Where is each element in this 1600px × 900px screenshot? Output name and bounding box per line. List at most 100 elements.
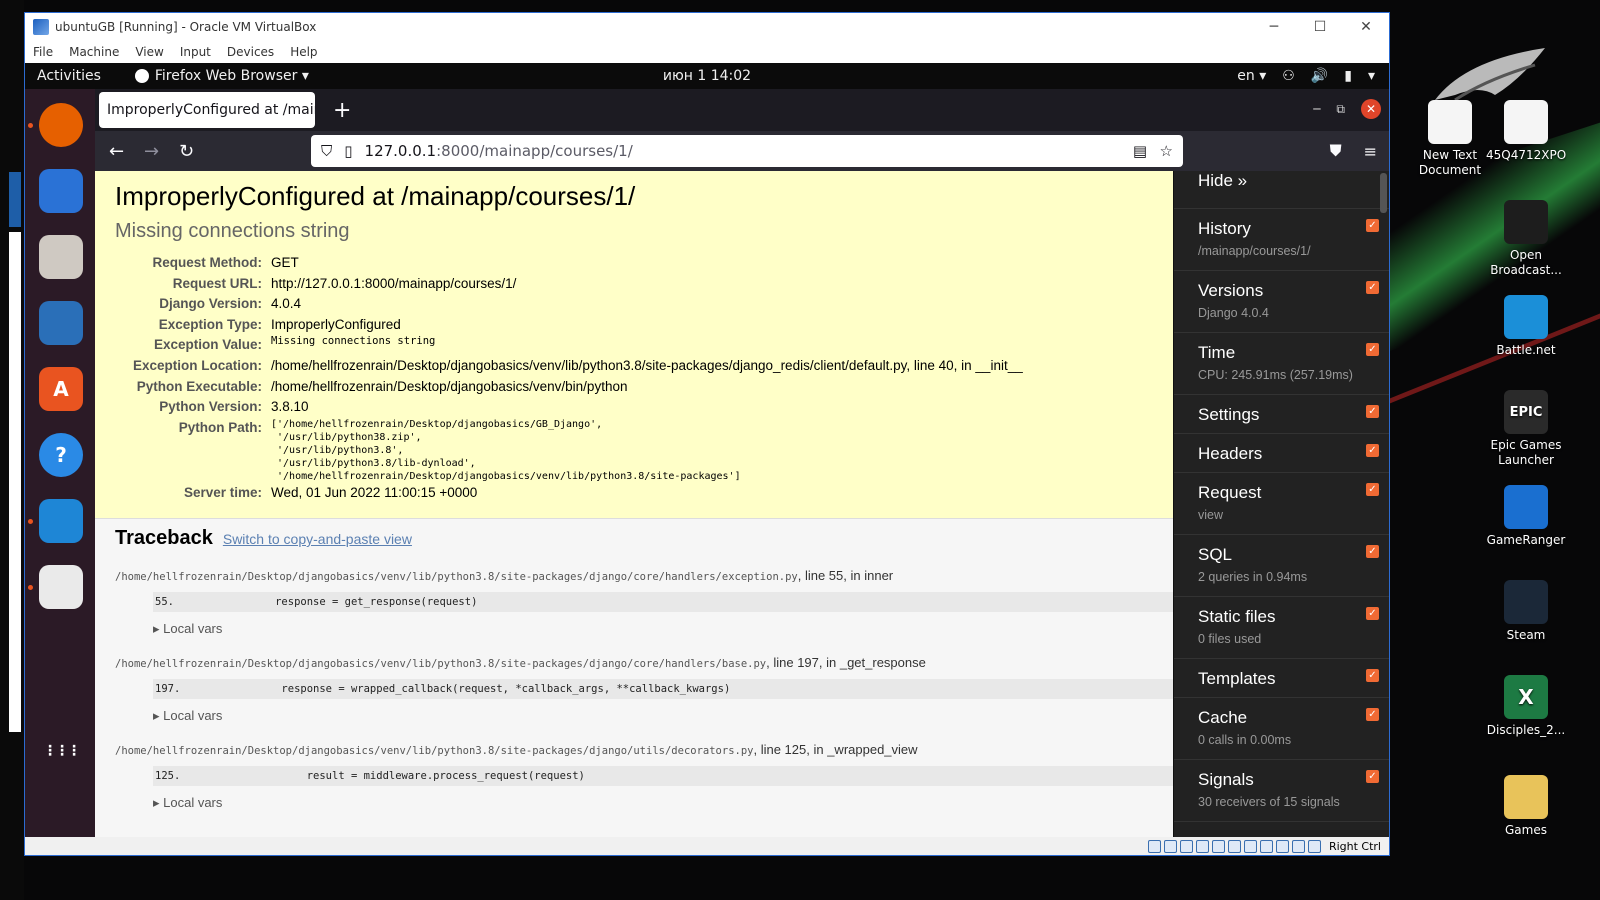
dock-vscode-icon[interactable] [39, 499, 83, 543]
desktop-icon-1[interactable]: 45Q4712XPO [1486, 100, 1566, 163]
firefox-window: ImproperlyConfigured at /mainapp/courses… [95, 89, 1389, 839]
desktop-icon-label: Disciples_2... [1486, 723, 1566, 737]
tab-active[interactable]: ImproperlyConfigured at /mainapp/courses… [99, 92, 315, 128]
desktop-icon-5[interactable]: GameRanger [1486, 485, 1566, 548]
language-indicator[interactable]: en ▾ [1237, 68, 1266, 84]
panel-toggle-checkbox[interactable]: ✓ [1366, 669, 1379, 682]
maximize-icon[interactable]: ☐ [1297, 19, 1343, 35]
panel-toggle-checkbox[interactable]: ✓ [1366, 770, 1379, 783]
menu-hamburger-icon[interactable]: ≡ [1364, 142, 1377, 161]
dock-libreoffice-writer-icon[interactable] [39, 301, 83, 345]
djdt-panel-signals[interactable]: Signals 30 receivers of 15 signals ✓ [1174, 760, 1389, 822]
reload-icon[interactable]: ↻ [169, 141, 204, 162]
djdt-panel-versions[interactable]: Versions Django 4.0.4 ✓ [1174, 271, 1389, 333]
restore-icon[interactable]: ⧉ [1336, 102, 1345, 117]
djdt-panel-title: Settings [1198, 405, 1260, 424]
panel-toggle-checkbox[interactable]: ✓ [1366, 444, 1379, 457]
meta-value: http://127.0.0.1:8000/mainapp/courses/1/ [271, 275, 517, 291]
panel-toggle-checkbox[interactable]: ✓ [1366, 708, 1379, 721]
reader-view-icon[interactable]: ▤ [1133, 142, 1147, 160]
battery-icon: ▮ [1344, 68, 1352, 84]
desktop-icon-8[interactable]: Games [1486, 775, 1566, 838]
menu-devices[interactable]: Devices [227, 45, 274, 59]
scrollbar[interactable] [1380, 173, 1387, 213]
desktop-icon-label: Epic Games Launcher [1490, 438, 1562, 467]
optical-drive-icon[interactable] [1163, 839, 1177, 853]
menu-help[interactable]: Help [290, 45, 317, 59]
desktop-icon-3[interactable]: Battle.net [1486, 295, 1566, 358]
menu-machine[interactable]: Machine [69, 45, 119, 59]
djdt-panel-subtitle: view [1198, 508, 1224, 522]
close-icon[interactable]: ✕ [1343, 19, 1389, 35]
dock-text-editor-icon[interactable] [39, 565, 83, 609]
hide-toolbar-button[interactable]: Hide » [1174, 171, 1389, 209]
pocket-icon[interactable]: ⛊ [1330, 141, 1342, 161]
text-document-icon [1504, 100, 1548, 144]
app-menu[interactable]: Firefox Web Browser ▾ [134, 68, 309, 84]
dock-ubuntu-software-icon[interactable]: A [39, 367, 83, 411]
display-icon[interactable] [1243, 839, 1257, 853]
minimize-icon[interactable]: ─ [1251, 19, 1297, 35]
meta-key: Request URL: [172, 275, 262, 291]
desktop-icon-6[interactable]: Steam [1486, 580, 1566, 643]
meta-key: Exception Type: [158, 316, 262, 332]
back-icon[interactable]: ← [99, 141, 134, 162]
desktop-icon-label: Steam [1506, 628, 1546, 642]
page-content[interactable]: ImproperlyConfigured at /mainapp/courses… [95, 171, 1389, 839]
djdt-panel-time[interactable]: Time CPU: 245.91ms (257.19ms) ✓ [1174, 333, 1389, 395]
desktop-icon-0[interactable]: New Text Document [1410, 100, 1490, 178]
desktop-icon-2[interactable]: Open Broadcast... [1486, 200, 1566, 278]
traceback-title: Traceback [115, 527, 213, 549]
audio-icon[interactable] [1179, 839, 1193, 853]
vbox-title: ubuntuGB [Running] - Oracle VM VirtualBo… [55, 20, 317, 34]
minimize-icon[interactable]: ─ [1313, 102, 1320, 116]
panel-toggle-checkbox[interactable]: ✓ [1366, 405, 1379, 418]
ubuntu-dock: A? ⋮⋮⋮ [25, 89, 95, 839]
hdd-icon[interactable] [1147, 839, 1161, 853]
cpu-icon[interactable] [1275, 839, 1289, 853]
gnome-top-bar: Activities Firefox Web Browser ▾ июн 1 1… [25, 63, 1389, 89]
panel-toggle-checkbox[interactable]: ✓ [1366, 483, 1379, 496]
desktop-icon-4[interactable]: EPIC Epic Games Launcher [1486, 390, 1566, 468]
dock-help-icon[interactable]: ? [39, 433, 83, 477]
panel-toggle-checkbox[interactable]: ✓ [1366, 343, 1379, 356]
switch-view-link[interactable]: Switch to copy-and-paste view [223, 531, 412, 547]
djdt-panel-sql[interactable]: SQL 2 queries in 0.94ms ✓ [1174, 535, 1389, 597]
running-indicator [28, 123, 33, 128]
djdt-panel-history[interactable]: History/mainapp/courses/1/ ✓ [1174, 209, 1389, 271]
recording-icon[interactable] [1259, 839, 1273, 853]
keyboard-capture-icon[interactable] [1307, 839, 1321, 853]
close-icon[interactable]: ✕ [1361, 99, 1381, 119]
panel-toggle-checkbox[interactable]: ✓ [1366, 545, 1379, 558]
djdt-panel-settings[interactable]: Settings ✓ [1174, 395, 1389, 434]
dock-firefox-icon[interactable] [39, 103, 83, 147]
panel-toggle-checkbox[interactable]: ✓ [1366, 607, 1379, 620]
dock-thunderbird-icon[interactable] [39, 169, 83, 213]
menu-file[interactable]: File [33, 45, 53, 59]
djdt-panel-templates[interactable]: Templates ✓ [1174, 659, 1389, 698]
url-bar[interactable]: ⛉ ▯ 127.0.0.1:8000/mainapp/courses/1/ ▤ … [311, 135, 1183, 167]
dock-files-icon[interactable] [39, 235, 83, 279]
menu-view[interactable]: View [135, 45, 163, 59]
djdt-panel-cache[interactable]: Cache 0 calls in 0.00ms ✓ [1174, 698, 1389, 760]
desktop-icon-7[interactable]: X Disciples_2... [1486, 675, 1566, 738]
usb-icon[interactable] [1211, 839, 1225, 853]
new-tab-icon[interactable]: + [333, 98, 351, 123]
mouse-integration-icon[interactable] [1291, 839, 1305, 853]
panel-toggle-checkbox[interactable]: ✓ [1366, 281, 1379, 294]
guest-screen[interactable]: Activities Firefox Web Browser ▾ июн 1 1… [25, 63, 1389, 839]
djdt-panel-headers[interactable]: Headers ✓ [1174, 434, 1389, 473]
djdt-panel-request[interactable]: Request view ✓ [1174, 473, 1389, 535]
shared-folder-icon[interactable] [1227, 839, 1241, 853]
system-tray[interactable]: en ▾ ⚇ 🔊 ▮ ▾ [1237, 68, 1389, 84]
network-adapter-icon[interactable] [1195, 839, 1209, 853]
virtualbox-icon [33, 19, 49, 35]
menu-input[interactable]: Input [180, 45, 211, 59]
panel-toggle-checkbox[interactable]: ✓ [1366, 219, 1379, 232]
djdt-panel-static-files[interactable]: Static files 0 files used ✓ [1174, 597, 1389, 659]
dock-show-apps-icon[interactable]: ⋮⋮⋮ [39, 729, 83, 773]
activities-button[interactable]: Activities [25, 68, 113, 84]
bookmark-star-icon[interactable]: ☆ [1160, 142, 1173, 160]
frame-where: , line 55, in inner [797, 568, 894, 583]
forward-icon[interactable]: → [134, 141, 169, 162]
